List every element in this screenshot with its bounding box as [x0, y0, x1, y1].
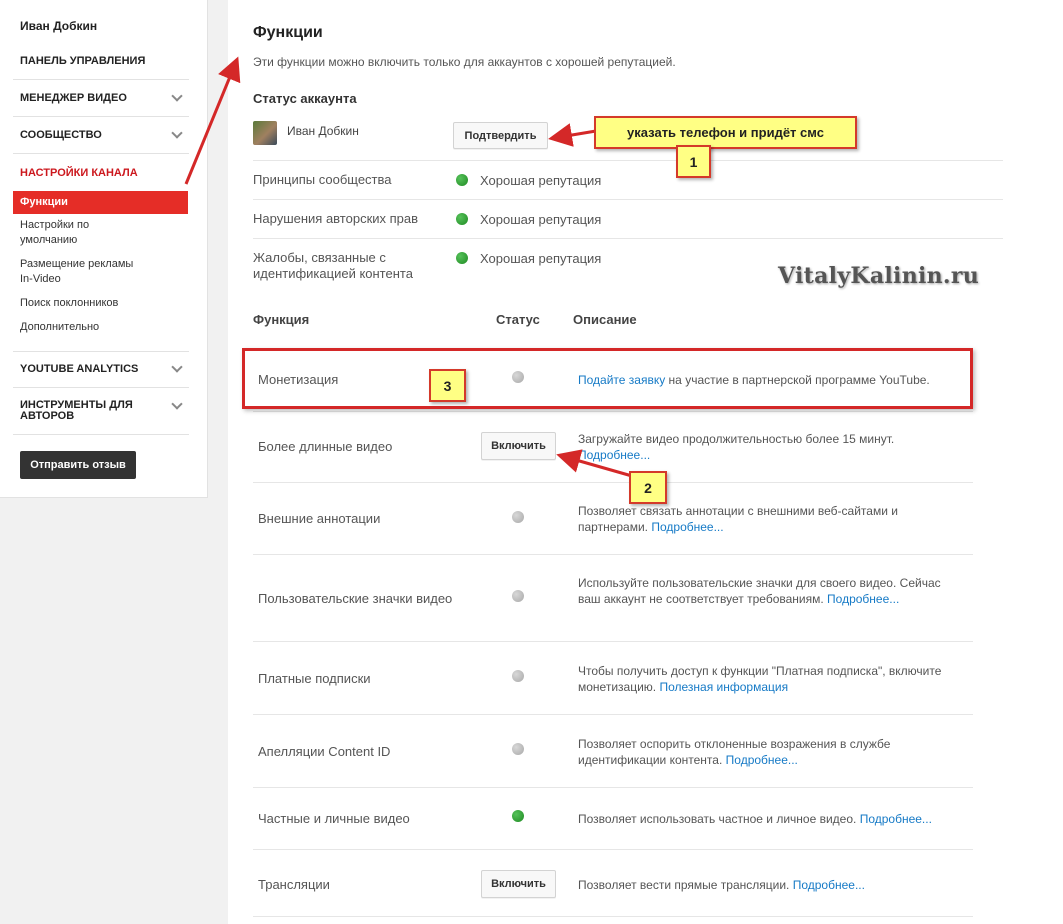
marker-3: 3 [429, 369, 466, 402]
phone-callout: указать телефон и придёт смс [594, 116, 857, 149]
marker-2: 2 [629, 471, 667, 504]
arrow-icon [548, 123, 597, 147]
arrow-icon [184, 56, 241, 185]
annotation-arrows [184, 56, 633, 478]
marker-1: 1 [676, 145, 711, 178]
arrow-icon [556, 449, 633, 478]
